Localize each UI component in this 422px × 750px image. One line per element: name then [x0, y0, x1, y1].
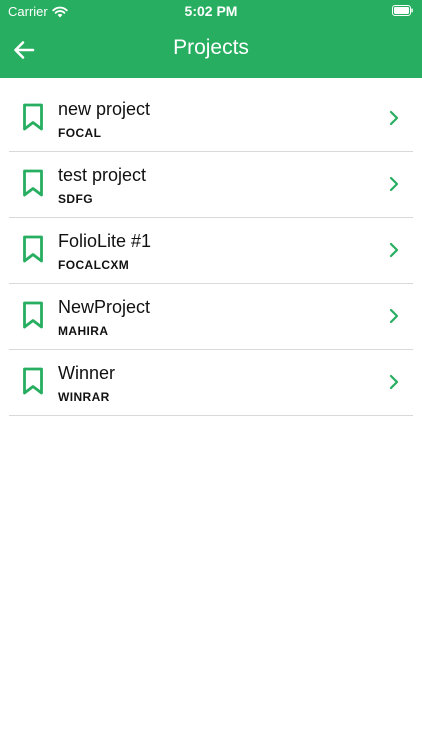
chevron-right-icon	[389, 242, 399, 258]
project-row[interactable]: FolioLite #1 FOCALCXM	[9, 218, 413, 284]
status-time: 5:02 PM	[184, 3, 238, 19]
project-code: WINRAR	[58, 390, 110, 404]
status-bar: Carrier 5:02 PM	[0, 0, 422, 22]
bookmark-icon	[23, 235, 43, 263]
project-code: MAHIRA	[58, 324, 109, 338]
project-title: NewProject	[58, 297, 151, 317]
bookmark-icon	[23, 169, 43, 197]
project-code: SDFG	[58, 192, 93, 206]
header: Carrier 5:02 PM Projects	[0, 0, 422, 78]
battery-icon	[392, 5, 413, 16]
project-title: Winner	[58, 363, 116, 383]
chevron-right-icon	[389, 110, 399, 126]
chevron-right-icon	[389, 308, 399, 324]
project-row[interactable]: test project SDFG	[9, 152, 413, 218]
project-row[interactable]: Winner WINRAR	[9, 350, 413, 416]
nav-bar: Projects	[0, 22, 422, 78]
project-row[interactable]: new project FOCAL	[9, 86, 413, 152]
project-row[interactable]: NewProject MAHIRA	[9, 284, 413, 350]
chevron-right-icon	[389, 374, 399, 390]
project-code: FOCALCXM	[58, 258, 130, 272]
project-code: FOCAL	[58, 126, 102, 140]
project-title: FolioLite #1	[58, 231, 152, 251]
projects-screen: Carrier 5:02 PM Projects new project FOC…	[0, 0, 422, 750]
bookmark-icon	[23, 367, 43, 395]
bookmark-icon	[23, 103, 43, 131]
project-list: new project FOCAL test project SDFG Foli…	[0, 86, 422, 416]
bookmark-icon	[23, 301, 43, 329]
chevron-right-icon	[389, 176, 399, 192]
project-title: test project	[58, 165, 147, 185]
page-title: Projects	[173, 36, 249, 59]
project-title: new project	[58, 99, 151, 119]
